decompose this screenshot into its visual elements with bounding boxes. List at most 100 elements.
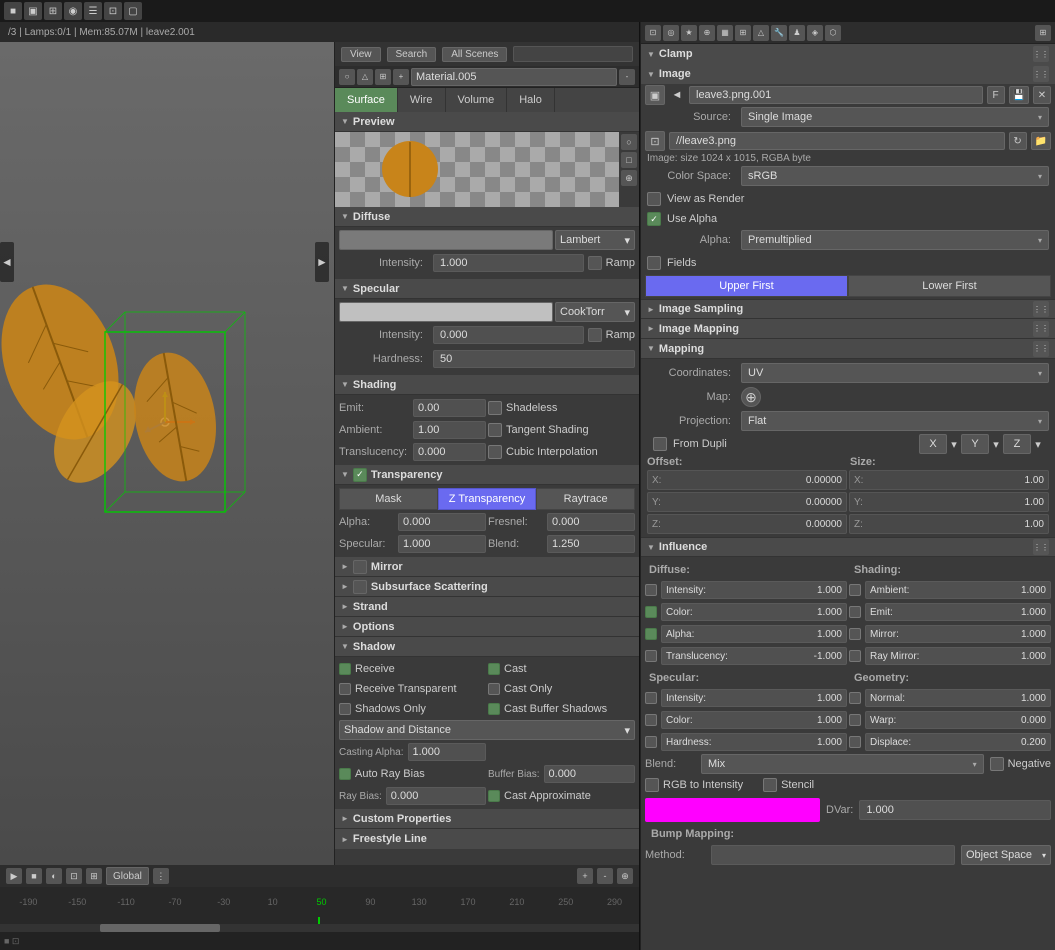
global-btn[interactable]: Global: [106, 867, 149, 885]
use-alpha-check[interactable]: [647, 212, 661, 226]
diffuse-shader-dropdown[interactable]: Lambert ▾: [555, 230, 635, 250]
inf-mirror-check[interactable]: [849, 628, 861, 640]
f-button[interactable]: F: [987, 86, 1005, 104]
colorspace-dropdown[interactable]: sRGB ▾: [741, 166, 1049, 186]
normal-field[interactable]: Normal: 1.000: [865, 689, 1051, 707]
img-map-settings[interactable]: ⋮⋮: [1033, 321, 1049, 337]
size-z-field[interactable]: Z: 1.00: [849, 514, 1049, 534]
image-type-icon[interactable]: ▣: [645, 85, 665, 105]
image-settings[interactable]: ⋮⋮: [1033, 66, 1049, 82]
timeline-area[interactable]: [0, 917, 639, 932]
spec-color-check[interactable]: [645, 714, 657, 726]
bt-icon-3[interactable]: ◐: [46, 868, 62, 884]
path-folder-btn[interactable]: 📁: [1031, 132, 1051, 150]
casting-alpha-field[interactable]: 1.000: [408, 743, 487, 761]
sampling-settings[interactable]: ⋮⋮: [1033, 301, 1049, 317]
transparency-tab-z[interactable]: Z Transparency: [438, 488, 537, 510]
scene-dropdown[interactable]: All Scenes: [442, 47, 507, 62]
color-swatch-bar[interactable]: [645, 798, 820, 822]
transparency-header[interactable]: ▼ ✓ Transparency: [335, 465, 639, 485]
size-x-field[interactable]: X: 1.00: [849, 470, 1049, 490]
3d-viewport[interactable]: ◄ ►: [0, 42, 334, 865]
view-as-render-check[interactable]: [647, 192, 661, 206]
inf-color-field[interactable]: Color: 1.000: [661, 603, 847, 621]
normal-check[interactable]: [849, 692, 861, 704]
inf-mirror-field[interactable]: Mirror: 1.000: [865, 625, 1051, 643]
inf-settings[interactable]: ⋮⋮: [1033, 539, 1049, 555]
source-dropdown[interactable]: Single Image ▾: [741, 107, 1049, 127]
inf-emit-check[interactable]: [849, 606, 861, 618]
rt-icon-8[interactable]: 🔧: [771, 25, 787, 41]
blend-dropdown[interactable]: Mix ▾: [701, 754, 984, 774]
inf-trans-field[interactable]: Translucency: -1.000: [661, 647, 847, 665]
timeline-scrollbar-thumb[interactable]: [100, 924, 220, 932]
view-btn[interactable]: View: [341, 47, 381, 62]
inf-trans-check[interactable]: [645, 650, 657, 662]
fields-check[interactable]: [647, 256, 661, 270]
spec-intensity-field[interactable]: Intensity: 1.000: [661, 689, 847, 707]
tangent-check[interactable]: [488, 423, 502, 437]
rgb-intensity-check[interactable]: [645, 778, 659, 792]
preview-btn-3[interactable]: ⊕: [621, 170, 637, 186]
menu-icon-3[interactable]: ⊞: [44, 2, 62, 20]
transparency-check[interactable]: ✓: [353, 468, 367, 482]
t-alpha-field[interactable]: 0.000: [398, 513, 486, 531]
subsurface-header[interactable]: ► Subsurface Scattering: [335, 577, 639, 597]
dvar-field[interactable]: 1.000: [859, 800, 1051, 820]
map-icon[interactable]: ⊕: [741, 387, 761, 407]
transparency-tab-mask[interactable]: Mask: [339, 488, 438, 510]
mat-icon-add[interactable]: +: [393, 69, 409, 85]
diffuse-ramp-check[interactable]: [588, 256, 602, 270]
hardness-field[interactable]: Hardness: 1.000: [661, 733, 847, 751]
ambient-field[interactable]: 1.00: [413, 421, 486, 439]
specular-hardness-field[interactable]: 50: [433, 350, 635, 368]
shadow-dist-dropdown[interactable]: Shadow and Distance ▾: [339, 720, 635, 740]
bt-icon-7[interactable]: +: [577, 868, 593, 884]
y-arrows[interactable]: ▾: [991, 434, 1001, 454]
displace-check[interactable]: [849, 736, 861, 748]
negative-check[interactable]: [990, 757, 1004, 771]
rt-icon-2[interactable]: ◎: [663, 25, 679, 41]
y-btn[interactable]: Y: [961, 434, 989, 454]
path-icon[interactable]: ⊡: [645, 131, 665, 151]
warp-check[interactable]: [849, 714, 861, 726]
search-btn[interactable]: Search: [387, 47, 437, 62]
image-mapping-header[interactable]: ► Image Mapping ⋮⋮: [641, 319, 1055, 339]
mirror-check[interactable]: [353, 560, 367, 574]
bt-icon-4[interactable]: ⊡: [66, 868, 82, 884]
tab-surface[interactable]: Surface: [335, 88, 398, 112]
offset-x-field[interactable]: X: 0.00000: [647, 470, 847, 490]
tab-volume[interactable]: Volume: [446, 88, 508, 112]
inf-ambient-check[interactable]: [849, 584, 861, 596]
mat-icon-minus[interactable]: -: [619, 69, 635, 85]
displace-field[interactable]: Displace: 0.200: [865, 733, 1051, 751]
menu-icon-4[interactable]: ◉: [64, 2, 82, 20]
hardness-check[interactable]: [645, 736, 657, 748]
shadows-only-check[interactable]: [339, 703, 351, 715]
rt-icon-4[interactable]: ⊕: [699, 25, 715, 41]
upper-first-btn[interactable]: Upper First: [645, 275, 848, 297]
z-arrows[interactable]: ▾: [1033, 434, 1043, 454]
inf-intensity-field[interactable]: Intensity: 1.000: [661, 581, 847, 599]
buffer-bias-field[interactable]: 0.000: [544, 765, 635, 783]
z-btn[interactable]: Z: [1003, 434, 1031, 454]
translucency-field[interactable]: 0.000: [413, 443, 486, 461]
strand-header[interactable]: ► Strand: [335, 597, 639, 617]
bt-icon-9[interactable]: ⊕: [617, 868, 633, 884]
cast-approx-check[interactable]: [488, 790, 500, 802]
path-field[interactable]: //leave3.png: [669, 132, 1005, 150]
rt-icon-6[interactable]: ⊞: [735, 25, 751, 41]
cast-only-check[interactable]: [488, 683, 500, 695]
spec-intensity-check[interactable]: [645, 692, 657, 704]
recv-transp-check[interactable]: [339, 683, 351, 695]
mapping-header[interactable]: ▼ Mapping ⋮⋮: [641, 339, 1055, 359]
offset-y-field[interactable]: Y: 0.00000: [647, 492, 847, 512]
transparency-tab-ray[interactable]: Raytrace: [536, 488, 635, 510]
mat-icon-mesh[interactable]: △: [357, 69, 373, 85]
mapping-settings[interactable]: ⋮⋮: [1033, 341, 1049, 357]
emit-field[interactable]: 0.00: [413, 399, 486, 417]
diffuse-intensity-field[interactable]: 1.000: [433, 254, 584, 272]
lower-first-btn[interactable]: Lower First: [848, 275, 1051, 297]
cast-check[interactable]: [488, 663, 500, 675]
preview-header[interactable]: ▼ Preview: [335, 112, 639, 132]
